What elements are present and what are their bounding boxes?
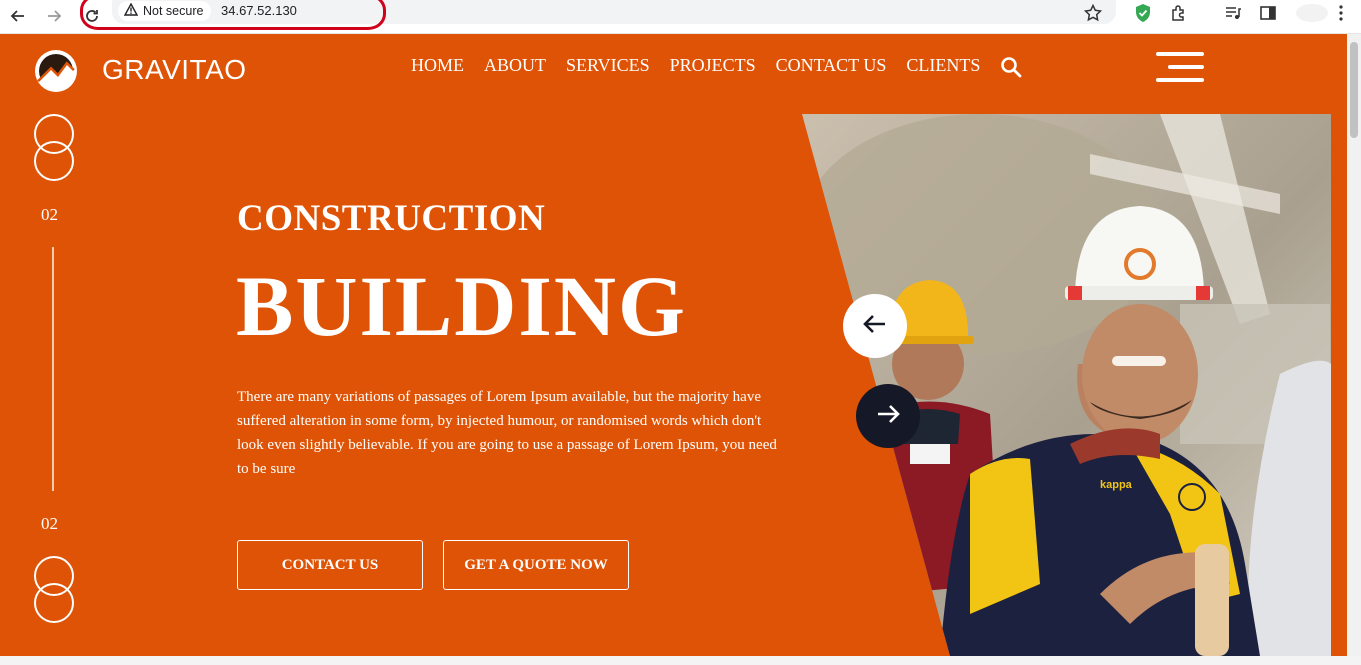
ring-decoration [34,583,74,623]
hamburger-menu-icon[interactable] [1156,52,1204,82]
hero-kicker: CONSTRUCTION [237,198,546,239]
scrollbar-thumb[interactable] [1350,42,1358,138]
brand-name[interactable]: GRAVITAO [102,54,247,86]
arrow-left-icon [863,314,887,339]
slide-number-bottom: 02 [41,514,58,533]
nav-services[interactable]: SERVICES [566,55,650,76]
arrow-right-icon [876,404,900,429]
slide-progress-line [52,247,54,491]
next-slide-button[interactable] [856,384,920,448]
hero-description: There are many variations of passages of… [237,389,777,477]
logo-icon[interactable] [34,49,78,93]
nav-about[interactable]: ABOUT [484,55,546,76]
extensions-icon[interactable] [1168,2,1190,24]
contact-us-button[interactable]: CONTACT US [237,540,423,590]
hero-section: GRAVITAO HOME ABOUT SERVICES PROJECTS CO… [0,34,1347,656]
hero-title: BUILDING [236,258,687,354]
ring-decoration [34,141,74,181]
window-bottom-edge [0,656,1361,665]
nav-home[interactable]: HOME [411,55,464,76]
browser-toolbar: Not secure 34.67.52.130 [0,0,1361,34]
star-icon[interactable] [1082,2,1104,24]
nav-projects[interactable]: PROJECTS [670,55,756,76]
page-scrollbar[interactable] [1347,34,1361,656]
nav-clients[interactable]: CLIENTS [906,55,980,76]
profile-avatar[interactable] [1294,2,1330,24]
search-icon[interactable] [1000,56,1022,78]
slide-number-top: 02 [41,205,58,224]
get-quote-button[interactable]: GET A QUOTE NOW [443,540,629,590]
more-menu-icon[interactable] [1330,2,1352,24]
forward-icon[interactable] [42,4,66,28]
side-panel-icon[interactable] [1257,2,1279,24]
prev-slide-button[interactable] [843,294,907,358]
media-queue-icon[interactable] [1222,2,1244,24]
annotation-highlight [80,0,386,30]
back-icon[interactable] [6,4,30,28]
nav-contact-us[interactable]: CONTACT US [776,55,887,76]
main-nav: HOME ABOUT SERVICES PROJECTS CONTACT US … [411,55,980,76]
svg-text:kappa: kappa [1100,479,1133,491]
shield-extension-icon[interactable] [1132,2,1154,24]
